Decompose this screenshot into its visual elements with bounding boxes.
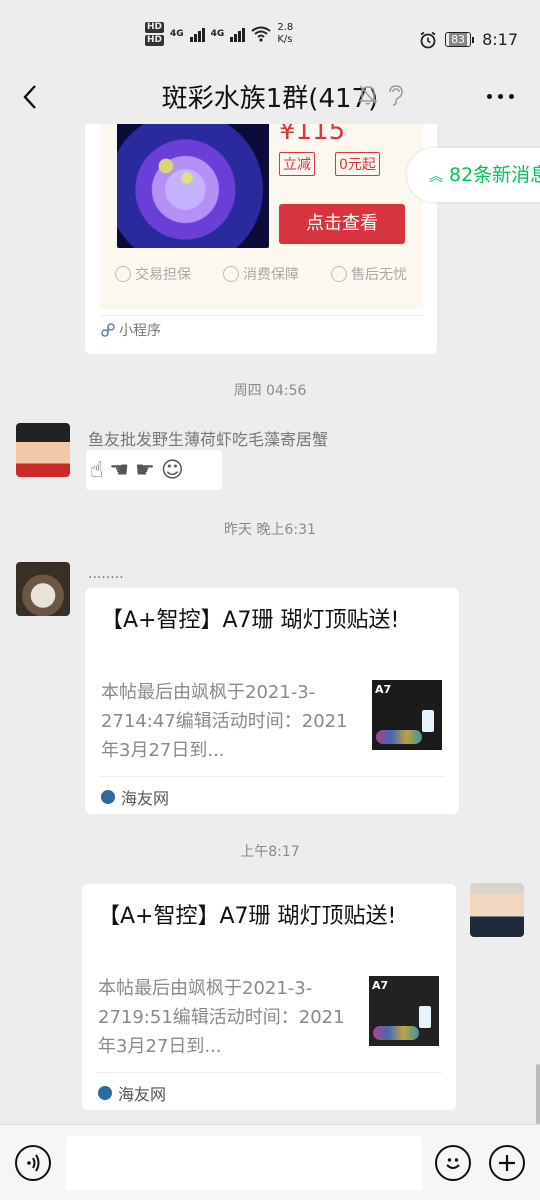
mute-bell-icon xyxy=(358,85,378,105)
avatar[interactable] xyxy=(16,423,70,477)
signal-icon-1 xyxy=(189,26,205,42)
more-options-icon[interactable] xyxy=(487,94,514,99)
battery-icon: 83 xyxy=(445,32,475,47)
start-price-tag: 0元起 xyxy=(335,152,380,176)
plus-icon xyxy=(499,1155,515,1171)
battery-level: 83 xyxy=(449,33,468,46)
article-source: 海友网 xyxy=(101,785,169,809)
timestamp: 昨天 晚上6:31 xyxy=(224,522,316,538)
sticker-icon: ☺ xyxy=(160,457,184,483)
product-price: ¥115 xyxy=(279,124,346,146)
emoji-button[interactable] xyxy=(435,1145,471,1181)
guarantee-item: 售后无忧 xyxy=(331,264,407,284)
view-button[interactable]: 点击查看 xyxy=(279,204,405,244)
status-bar: HD HD 4G 4G 2.8 K/s 83 8:17 xyxy=(0,0,540,70)
mini-program-icon xyxy=(101,323,115,337)
article-card[interactable]: 【A+智控】A7珊 瑚灯顶贴送! 本帖最后由飒枫于2021-3-2719:51编… xyxy=(82,884,456,1110)
signal-icon-2 xyxy=(230,26,246,42)
article-thumbnail: A7 xyxy=(369,976,439,1046)
discount-tag: 立减 xyxy=(279,152,315,176)
mini-program-preview: ¥115 立减 0元起 点击查看 交易担保 消费保障 售后无忧 xyxy=(99,124,423,309)
sticker-icon: ☛ xyxy=(135,457,155,483)
status-left-indicators: HD HD 4G 4G 2.8 K/s xyxy=(145,22,293,46)
article-title: 【A+智控】A7珊 瑚灯顶贴送! xyxy=(98,904,397,929)
article-description: 本帖最后由飒枫于2021-3-2719:51编辑活动时间：2021年3月27日到… xyxy=(98,978,345,1057)
article-card[interactable]: 【A+智控】A7珊 瑚灯顶贴送! 本帖最后由飒枫于2021-3-2714:47编… xyxy=(85,588,459,814)
source-logo-icon xyxy=(98,1086,112,1100)
alarm-icon xyxy=(420,31,436,48)
sticker-icon: ☚ xyxy=(109,457,130,483)
voice-input-button[interactable] xyxy=(15,1145,51,1181)
article-thumbnail: A7 xyxy=(372,680,442,750)
network-label-2: 4G xyxy=(210,29,225,39)
message-list[interactable]: ¥115 立减 0元起 点击查看 交易担保 消费保障 售后无忧 小程序 ︽ 82条… xyxy=(0,124,540,1124)
ear-icon xyxy=(389,85,403,106)
title-status-icons xyxy=(358,84,404,106)
mini-program-label: 小程序 xyxy=(101,320,161,340)
article-source: 海友网 xyxy=(98,1081,166,1105)
chat-title: 斑彩水族1群(417) xyxy=(161,84,379,114)
guarantee-item: 交易担保 xyxy=(115,264,191,284)
hd-badge-2: HD xyxy=(145,35,165,46)
more-functions-button[interactable] xyxy=(489,1145,525,1181)
clock: 8:17 xyxy=(482,30,518,49)
article-description: 本帖最后由飒枫于2021-3-2714:47编辑活动时间：2021年3月27日到… xyxy=(101,682,348,761)
input-bar xyxy=(0,1124,540,1200)
article-title: 【A+智控】A7珊 瑚灯顶贴送! xyxy=(101,608,400,633)
shield-icon xyxy=(223,266,239,282)
speed-unit: K/s xyxy=(277,34,293,45)
voice-icon xyxy=(27,1154,40,1172)
shield-icon xyxy=(331,266,347,282)
wifi-icon xyxy=(251,26,271,42)
mini-program-card[interactable]: ¥115 立减 0元起 点击查看 交易担保 消费保障 售后无忧 小程序 xyxy=(85,124,437,354)
avatar[interactable] xyxy=(16,562,70,616)
my-avatar[interactable] xyxy=(470,883,524,937)
coral-product-image xyxy=(117,124,269,248)
hd-indicator: HD HD xyxy=(145,22,165,46)
sender-name: 鱼友批发野生薄荷虾吃毛藻寄居蟹 xyxy=(88,430,329,449)
sender-name: ........ xyxy=(88,566,124,582)
chat-header: 斑彩水族1群(417) xyxy=(0,70,540,124)
network-speed: 2.8 K/s xyxy=(277,22,293,46)
guarantee-item: 消费保障 xyxy=(223,264,299,284)
status-right-indicators: 83 8:17 xyxy=(419,30,518,49)
sticker-icon: ☝ xyxy=(90,457,104,483)
guarantee-row: 交易担保 消费保障 售后无忧 xyxy=(99,264,423,284)
timestamp: 周四 04:56 xyxy=(233,383,307,399)
shield-icon xyxy=(115,266,131,282)
sticker-message[interactable]: ☝ ☚ ☛ ☺ xyxy=(86,450,222,490)
message-input[interactable] xyxy=(66,1136,422,1190)
timestamp: 上午8:17 xyxy=(240,844,300,860)
double-chevron-up-icon: ︽ xyxy=(429,169,443,185)
scrollbar[interactable] xyxy=(536,1064,540,1124)
speed-value: 2.8 xyxy=(277,22,294,33)
hd-badge-1: HD xyxy=(145,22,165,33)
network-label-1: 4G xyxy=(170,29,184,39)
smile-icon xyxy=(446,1158,460,1169)
new-messages-button[interactable]: ︽ 82条新消息 xyxy=(407,148,540,202)
source-logo-icon xyxy=(101,790,115,804)
